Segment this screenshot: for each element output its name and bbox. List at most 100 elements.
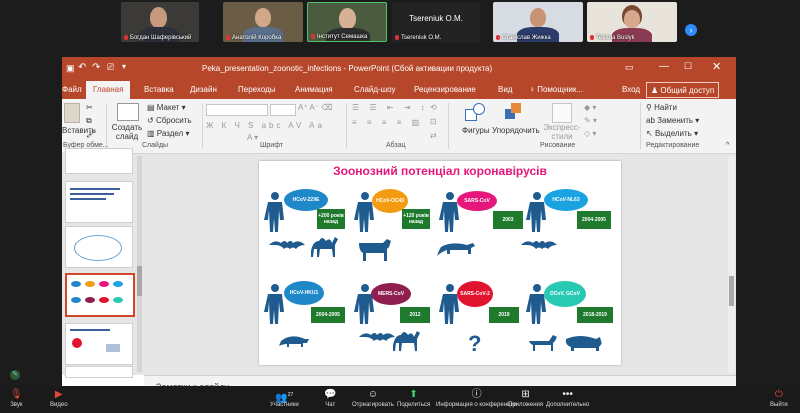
collapse-ribbon-icon[interactable]: ^: [726, 142, 729, 149]
participant-name: Tsereniuk O.M.: [395, 34, 441, 41]
participant-tile[interactable]: Станіслав Жижка: [493, 2, 583, 42]
slide-scrollbar[interactable]: [728, 156, 735, 373]
shape-fill-icon[interactable]: ◆ ▾: [584, 103, 596, 112]
paste-icon: [64, 103, 80, 123]
arrange-button[interactable]: Упорядочить: [492, 126, 540, 135]
human-icon: [264, 284, 284, 324]
slide-thumbnail[interactable]: [65, 323, 133, 365]
new-slide-button[interactable]: Создать слайд: [110, 123, 144, 141]
font-color-icon[interactable]: A ▾: [247, 133, 258, 142]
virus-hcov-hku1: HCoV-HKU1: [284, 281, 324, 305]
next-page-icon[interactable]: ›: [685, 24, 697, 36]
meeting-info-button[interactable]: ⓘ Информация о конференции: [436, 390, 517, 409]
participant-name: Анатолій Коробка: [226, 34, 281, 41]
tab-review[interactable]: Рецензирование: [414, 85, 476, 94]
participants-button[interactable]: 👥27 Участники: [270, 390, 299, 408]
shapes-icon: [465, 103, 485, 121]
smartart-icon[interactable]: ⇄: [430, 131, 437, 140]
ribbon-options-icon[interactable]: ▭: [625, 62, 634, 73]
tell-me[interactable]: ♀ Помощник...: [529, 85, 583, 94]
tab-slideshow[interactable]: Слайд-шоу: [354, 85, 395, 94]
participant-tile[interactable]: Анатолій Коробка: [223, 2, 303, 42]
section-button[interactable]: ▥ Раздел ▾: [147, 129, 189, 138]
maximize-icon[interactable]: ☐: [684, 61, 692, 72]
video-icon: ▶: [54, 389, 63, 400]
layout-icon: ▤: [147, 103, 157, 112]
mic-muted-icon: [590, 34, 594, 40]
list-icons[interactable]: ☰ ☰ ⇤ ⇥ ↕: [352, 103, 429, 112]
copy-icon[interactable]: ⧉: [86, 116, 92, 126]
share-button[interactable]: ♟ Общий доступ: [646, 82, 720, 98]
tab-home[interactable]: Главная: [86, 81, 131, 99]
shape-outline-icon[interactable]: ✎ ▾: [584, 116, 597, 125]
slide-thumbnail[interactable]: [65, 226, 133, 268]
font-grow-icon[interactable]: A⁺ A⁻ ⌫: [298, 103, 332, 112]
replace-button[interactable]: ab Заменить ▾: [646, 116, 699, 125]
mic-muted-icon: [311, 33, 315, 39]
layout-button[interactable]: ▤ Макет ▾: [147, 103, 186, 112]
font-name-input[interactable]: [206, 104, 268, 116]
emergence-label: 2019: [489, 307, 519, 323]
human-icon: [526, 192, 546, 232]
chat-icon: 💬: [324, 389, 337, 400]
font-format-icons[interactable]: Ж К Ч S abc AV Aa: [206, 121, 325, 130]
tab-insert[interactable]: Вставка: [144, 85, 174, 94]
tab-animations[interactable]: Анимация: [295, 85, 333, 94]
close-icon[interactable]: ✕: [712, 60, 721, 73]
find-button[interactable]: ⚲ Найти: [646, 103, 677, 112]
slide-thumbnail[interactable]: [65, 366, 133, 378]
more-button[interactable]: ••• Дополнительно: [546, 390, 589, 409]
participant-name: Станіслав Жижка: [496, 34, 551, 41]
meeting-toolbar: 🎙 Звук ▶ Видео 👥27 Участники 💬 Чат ☺ Отреагир…: [0, 386, 800, 413]
chat-button[interactable]: 💬 Чат: [324, 389, 337, 409]
font-size-input[interactable]: [270, 104, 296, 116]
new-slide-icon: [117, 103, 139, 121]
slide-thumbnail[interactable]: [65, 148, 133, 174]
tab-design[interactable]: Дизайн: [190, 85, 217, 94]
audio-button[interactable]: 🎙 Звук: [10, 389, 23, 409]
video-button[interactable]: ▶ Видео: [50, 389, 68, 409]
leave-button[interactable]: ⏻ Выйти: [770, 390, 788, 409]
apps-button[interactable]: ⊞ Приложения: [508, 389, 543, 409]
slide-thumbnail[interactable]: [65, 181, 133, 223]
current-slide: Зоонозний потенціал коронавірусів HCoV-2…: [259, 161, 621, 365]
group-font-label: Шрифт: [260, 142, 284, 149]
cut-icon[interactable]: ✂: [86, 103, 93, 112]
redo-icon[interactable]: ↷: [92, 62, 100, 73]
undo-icon[interactable]: ↶: [78, 62, 86, 73]
tab-view[interactable]: Вид: [498, 85, 512, 94]
save-icon[interactable]: ▣: [66, 63, 75, 74]
select-button[interactable]: ↖ Выделить ▾: [646, 129, 698, 138]
participant-tile[interactable]: Tsereniuk O.M. Tsereniuk O.M.: [392, 2, 480, 42]
shapes-button[interactable]: Фигуры: [462, 126, 490, 135]
sign-in-link[interactable]: Вход: [622, 85, 640, 94]
slide-thumbnail-selected[interactable]: [65, 273, 135, 317]
reset-button[interactable]: ↺ Сбросить: [147, 116, 192, 125]
react-button[interactable]: ☺ Отреагировать: [352, 390, 394, 409]
slide-editing-area: Зоонозний потенціал коронавірусів HCoV-2…: [144, 154, 736, 375]
customize-icon[interactable]: ▾: [122, 62, 126, 71]
mic-icon: 🎙: [10, 389, 23, 400]
mic-muted-icon: [496, 34, 500, 40]
present-icon[interactable]: ⎚: [107, 62, 114, 73]
emergence-label: 2012: [400, 307, 430, 323]
participant-tile[interactable]: Богдан Шаферівський: [121, 2, 199, 42]
apps-icon: ⊞: [521, 389, 530, 400]
tab-file[interactable]: Файл: [62, 85, 82, 94]
participant-tile[interactable]: Tetiana Buslyk: [587, 2, 677, 42]
quick-styles-button[interactable]: Экспресс-стили: [540, 123, 584, 141]
format-painter-icon[interactable]: 🖌: [86, 129, 96, 138]
share-screen-button[interactable]: ⬆ Поделиться: [397, 390, 430, 409]
thumbnails-scrollbar[interactable]: [137, 156, 142, 372]
participant-tile-active[interactable]: Інститут Семашка: [307, 2, 387, 42]
text-direction-icon[interactable]: ⟲: [430, 103, 437, 112]
align-text-icon[interactable]: ⊡: [430, 117, 437, 126]
annotate-icon[interactable]: ✎: [10, 370, 20, 380]
align-icons[interactable]: ≡ ≡ ≡ ≡ ▥: [352, 118, 423, 127]
shape-effects-icon[interactable]: ◇ ▾: [584, 129, 596, 138]
minimize-icon[interactable]: —: [659, 61, 669, 72]
virus-sars-cov: SARS-CoV: [457, 191, 497, 211]
group-editing-label: Редактирование: [646, 142, 700, 149]
tab-transitions[interactable]: Переходы: [238, 85, 276, 94]
participant-display-name: Tsereniuk O.M.: [409, 14, 463, 23]
